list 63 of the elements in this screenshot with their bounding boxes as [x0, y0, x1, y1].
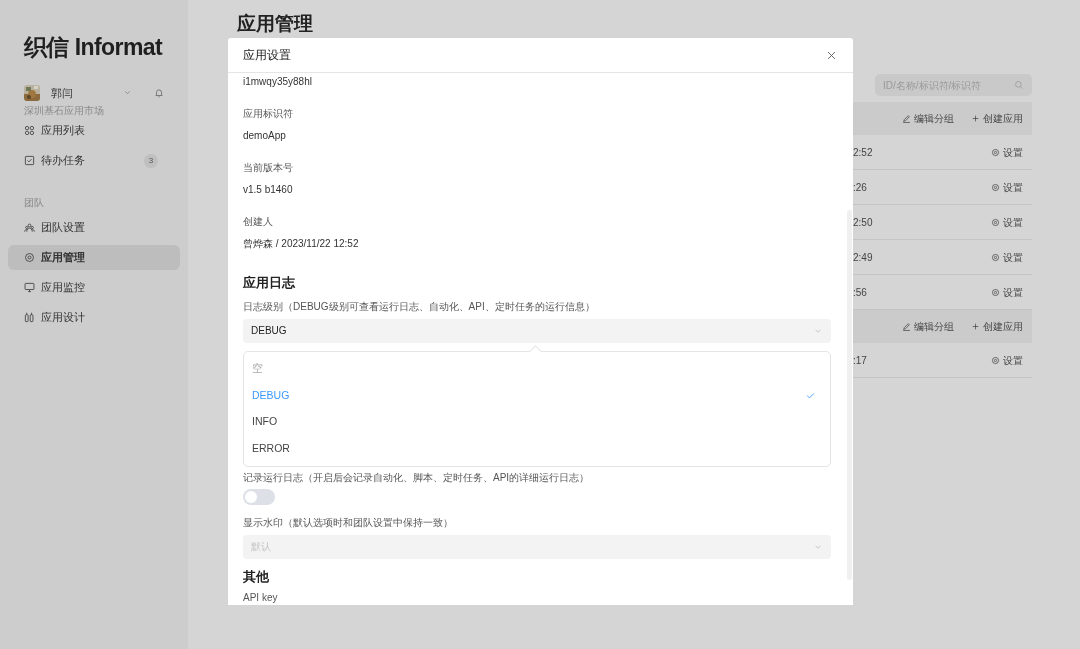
dropdown-option[interactable]: INFO	[244, 409, 830, 436]
people-icon	[24, 222, 35, 233]
section-heading: 应用日志	[243, 274, 296, 292]
grid-icon	[24, 125, 35, 136]
dialog-title: 应用设置	[243, 47, 292, 64]
field-value: demoApp	[243, 129, 287, 143]
nav-item[interactable]: 应用设计	[8, 305, 180, 330]
settings-icon	[991, 182, 1000, 192]
edit-group-button[interactable]: 编辑分组	[902, 319, 954, 334]
checkbox-icon	[24, 155, 35, 166]
settings-button[interactable]: 设置	[991, 249, 1023, 265]
settings-button[interactable]: 设置	[991, 284, 1023, 300]
time-text: 2:50	[853, 215, 873, 230]
plus-icon	[971, 322, 980, 331]
field-label: API key	[243, 591, 279, 605]
settings-icon	[991, 217, 1000, 227]
log-level-select[interactable]: DEBUG	[243, 318, 831, 343]
settings-icon	[991, 287, 1000, 297]
count-badge: 3	[144, 153, 158, 168]
bell-icon	[154, 87, 164, 98]
page-title: 应用管理	[237, 12, 314, 36]
search-icon	[1014, 80, 1024, 90]
toggle-switch[interactable]	[243, 488, 275, 505]
time-text: :56	[853, 285, 867, 300]
nav-item[interactable]: 应用列表	[8, 118, 180, 143]
close-icon	[825, 49, 837, 61]
time-text: 2:49	[853, 250, 873, 265]
field-label: 创建人	[243, 216, 274, 228]
field-value: v1.5 b1460	[243, 183, 294, 197]
settings-icon	[991, 355, 1000, 365]
time-text: :26	[853, 180, 867, 195]
settings-button[interactable]: 设置	[991, 214, 1023, 230]
settings-icon	[991, 147, 1000, 157]
settings-icon	[991, 252, 1000, 262]
time-text: 2:52	[853, 145, 873, 160]
user-name[interactable]: 郭闫	[51, 84, 115, 101]
nav-item[interactable]: 应用监控	[8, 275, 180, 300]
field-value: 曾烨森 / 2023/11/22 12:52	[243, 237, 360, 251]
edit-group-button[interactable]: 编辑分组	[902, 111, 954, 126]
field-label: 显示水印（默认选项时和团队设置中保持一致）	[243, 515, 454, 530]
monitor-icon	[24, 282, 35, 293]
field-label: 应用标识符	[243, 108, 294, 120]
nav-item[interactable]: 团队设置	[8, 215, 180, 240]
settings-button[interactable]: 设置	[991, 144, 1023, 160]
nav-item[interactable]: 待办任务 3	[8, 148, 180, 173]
pencil-icon	[902, 322, 911, 331]
pencil-icon	[902, 114, 911, 123]
field-label: 日志级别（DEBUG级别可查看运行日志、自动化、API、定时任务的运行信息）	[243, 299, 596, 314]
settings-button[interactable]: 设置	[991, 179, 1023, 195]
section-heading: 其他	[243, 567, 270, 586]
dropdown-option[interactable]: ERROR	[244, 435, 830, 462]
time-text: :17	[853, 353, 867, 368]
nav-item[interactable]: 应用管理	[8, 245, 180, 270]
plus-icon	[971, 114, 980, 123]
app-logo: 织信 Informat	[23, 33, 164, 62]
field-label: 记录运行日志（开启后会记录自动化、脚本、定时任务、API的详细运行日志）	[243, 470, 591, 485]
field-value: i1mwqy35y88hl	[243, 75, 313, 89]
settings-button[interactable]: 设置	[991, 352, 1023, 368]
columns-icon	[24, 312, 35, 323]
section-label: 团队	[23, 196, 45, 210]
create-app-button[interactable]: 创建应用	[971, 319, 1023, 334]
field-label: 当前版本号	[243, 162, 294, 174]
create-app-button[interactable]: 创建应用	[971, 111, 1023, 126]
